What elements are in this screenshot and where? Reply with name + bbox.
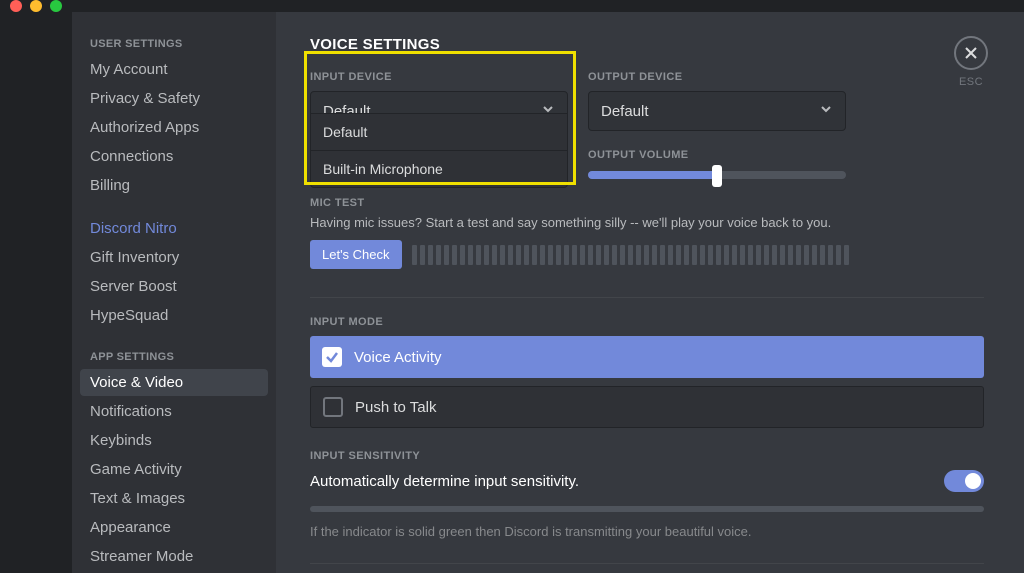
checkbox-unchecked-icon — [323, 397, 343, 417]
sidebar-item-keybinds[interactable]: Keybinds — [80, 427, 268, 454]
sidebar-item-privacy-safety[interactable]: Privacy & Safety — [80, 85, 268, 112]
close-button[interactable] — [954, 36, 988, 70]
toggle-knob — [965, 473, 981, 489]
auto-sensitivity-label: Automatically determine input sensitivit… — [310, 473, 579, 490]
input-sensitivity-label: INPUT SENSITIVITY — [310, 450, 984, 462]
settings-content: ESC VOICE SETTINGS INPUT DEVICE Default … — [276, 12, 1024, 573]
input-mode-push-to-talk[interactable]: Push to Talk — [310, 386, 984, 428]
input-device-dropdown: Default Built-in Microphone — [310, 113, 568, 188]
divider — [310, 297, 984, 298]
sidebar-item-voice-video[interactable]: Voice & Video — [80, 369, 268, 396]
sensitivity-meter — [310, 506, 984, 512]
sidebar-item-billing[interactable]: Billing — [80, 172, 268, 199]
input-device-option-builtin-mic[interactable]: Built-in Microphone — [311, 151, 567, 187]
maximize-window-icon[interactable] — [50, 0, 62, 12]
output-volume-section: OUTPUT VOLUME — [588, 149, 846, 183]
sidebar-item-authorized-apps[interactable]: Authorized Apps — [80, 114, 268, 141]
sidebar-item-appearance[interactable]: Appearance — [80, 514, 268, 541]
divider — [310, 563, 984, 564]
settings-sidebar: USER SETTINGS My Account Privacy & Safet… — [72, 12, 276, 573]
checkbox-checked-icon — [322, 347, 342, 367]
input-device-label: INPUT DEVICE — [310, 71, 568, 83]
voice-activity-label: Voice Activity — [354, 349, 442, 366]
sensitivity-desc: If the indicator is solid green then Dis… — [310, 524, 984, 539]
sidebar-item-game-activity[interactable]: Game Activity — [80, 456, 268, 483]
esc-label: ESC — [954, 76, 988, 88]
sidebar-item-hypesquad[interactable]: HypeSquad — [80, 302, 268, 329]
sidebar-item-server-boost[interactable]: Server Boost — [80, 273, 268, 300]
mic-test-desc: Having mic issues? Start a test and say … — [310, 215, 984, 230]
output-device-value: Default — [601, 103, 649, 120]
push-to-talk-label: Push to Talk — [355, 399, 436, 416]
lets-check-button[interactable]: Let's Check — [310, 240, 402, 269]
sidebar-item-notifications[interactable]: Notifications — [80, 398, 268, 425]
output-volume-thumb[interactable] — [712, 165, 722, 187]
sidebar-item-connections[interactable]: Connections — [80, 143, 268, 170]
chevron-down-icon — [819, 102, 833, 120]
left-gutter — [0, 12, 72, 573]
mic-test-label: MIC TEST — [310, 197, 984, 209]
user-settings-heading: USER SETTINGS — [80, 32, 268, 56]
sidebar-item-discord-nitro[interactable]: Discord Nitro — [80, 215, 268, 242]
output-volume-slider[interactable] — [588, 171, 846, 179]
close-icon — [964, 46, 978, 60]
sidebar-item-streamer-mode[interactable]: Streamer Mode — [80, 543, 268, 570]
output-device-label: OUTPUT DEVICE — [588, 71, 846, 83]
input-device-section: INPUT DEVICE Default Default Built-in Mi… — [310, 71, 568, 131]
output-device-section: OUTPUT DEVICE Default — [588, 71, 846, 131]
sidebar-item-gift-inventory[interactable]: Gift Inventory — [80, 244, 268, 271]
window-titlebar — [0, 0, 1024, 12]
input-device-option-default[interactable]: Default — [311, 114, 567, 151]
input-mode-voice-activity[interactable]: Voice Activity — [310, 336, 984, 378]
output-device-select[interactable]: Default — [588, 91, 846, 131]
mic-level-meter — [412, 245, 984, 265]
minimize-window-icon[interactable] — [30, 0, 42, 12]
page-title: VOICE SETTINGS — [310, 36, 984, 53]
auto-sensitivity-toggle[interactable] — [944, 470, 984, 492]
app-settings-heading: APP SETTINGS — [80, 345, 268, 369]
output-volume-fill — [588, 171, 717, 179]
close-area: ESC — [954, 36, 988, 88]
output-volume-label: OUTPUT VOLUME — [588, 149, 846, 161]
close-window-icon[interactable] — [10, 0, 22, 12]
sidebar-item-text-images[interactable]: Text & Images — [80, 485, 268, 512]
input-mode-label: INPUT MODE — [310, 316, 984, 328]
sidebar-item-my-account[interactable]: My Account — [80, 56, 268, 83]
